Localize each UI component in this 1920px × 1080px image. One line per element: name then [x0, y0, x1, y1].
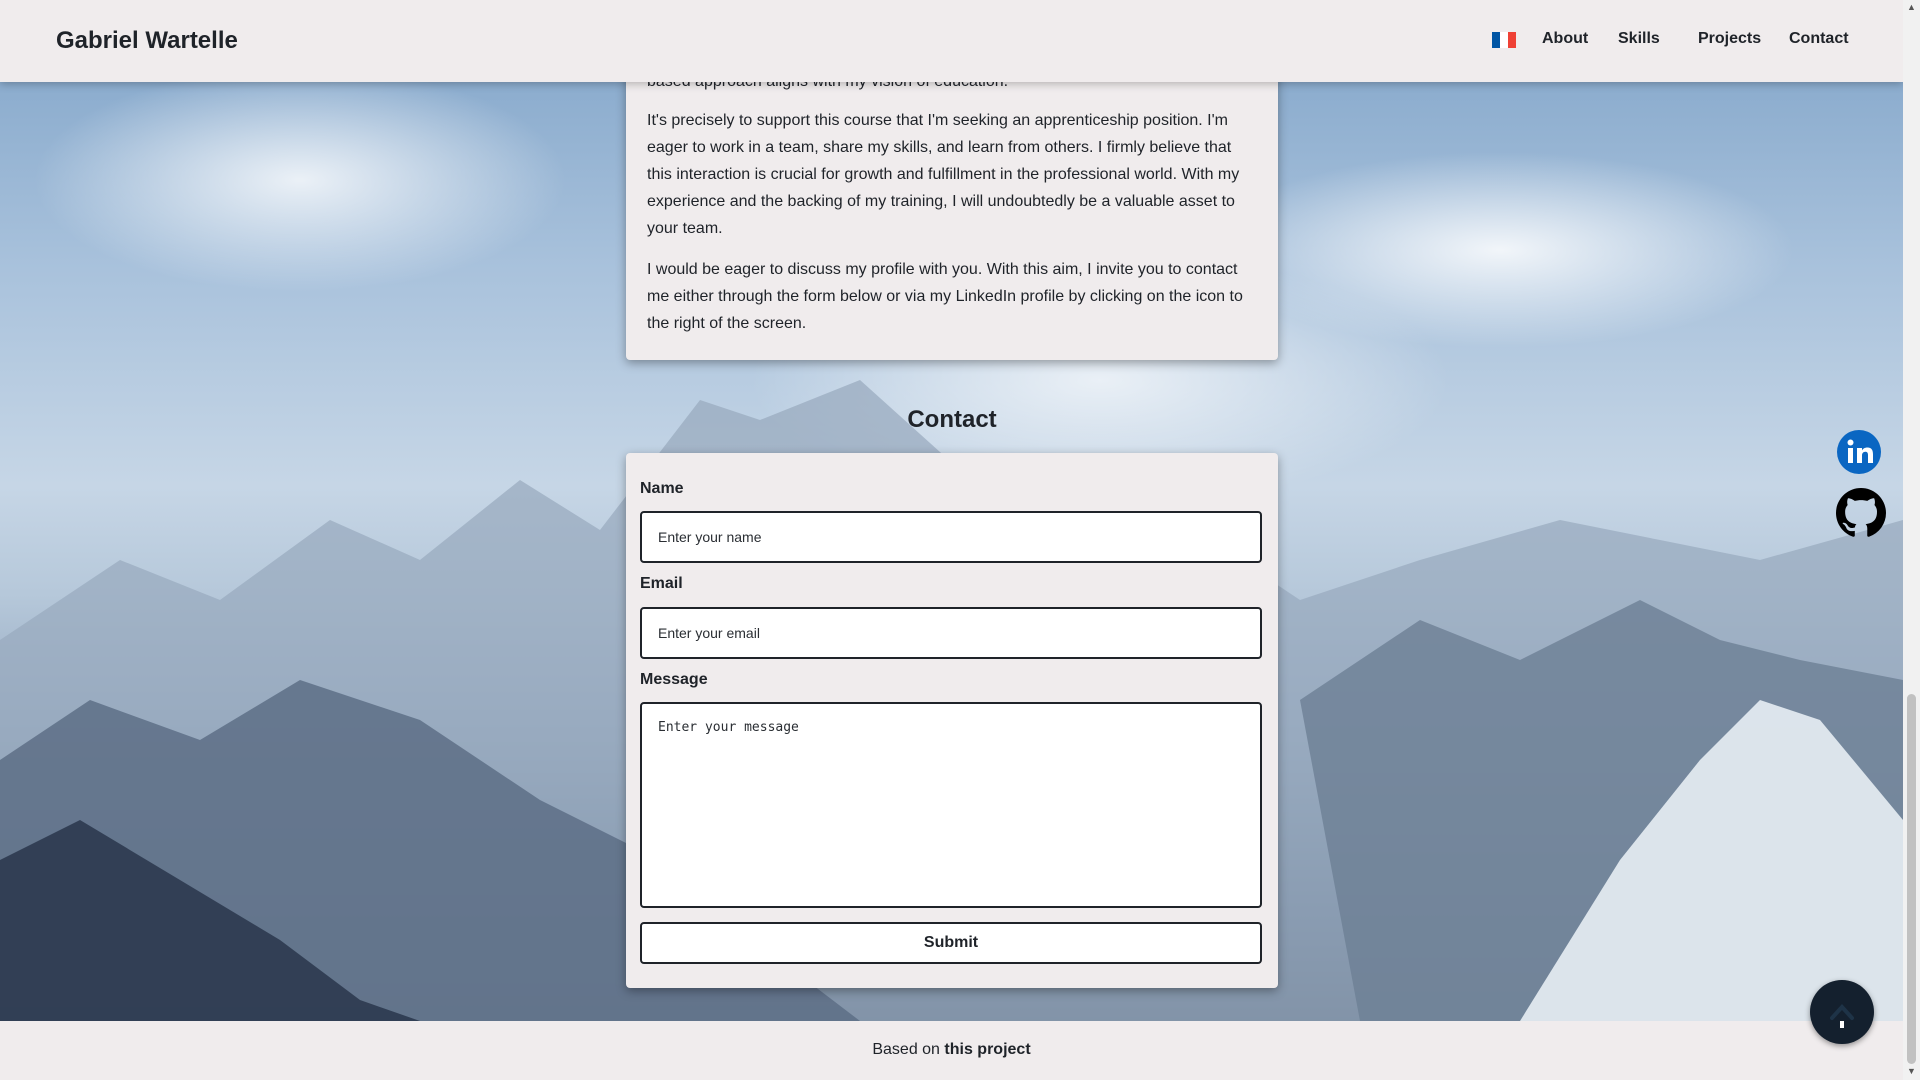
page-scrollbar[interactable]: ▲ ▼	[1903, 0, 1920, 1080]
french-flag-icon[interactable]	[1492, 32, 1516, 48]
footer-project-link[interactable]: this project	[944, 1041, 1030, 1058]
nav-skills[interactable]: Skills	[1618, 30, 1660, 48]
scrollbar-thumb[interactable]	[1907, 694, 1916, 1064]
about-paragraph: It's precisely to support this course th…	[647, 112, 1240, 237]
submit-button[interactable]: Submit	[640, 922, 1262, 964]
arrow-up-icon	[1830, 1004, 1854, 1028]
about-text-card: based approach aligns with my vision of …	[626, 40, 1278, 360]
email-input[interactable]	[640, 607, 1262, 659]
name-label: Name	[640, 480, 684, 497]
page-footer: Based on this project	[0, 1021, 1903, 1080]
nav-contact[interactable]: Contact	[1789, 30, 1849, 48]
footer-text: Based on	[872, 1041, 945, 1058]
nav-projects[interactable]: Projects	[1698, 30, 1761, 48]
site-brand[interactable]: Gabriel Wartelle	[56, 27, 238, 55]
scroll-down-arrow-icon[interactable]: ▼	[1907, 1066, 1916, 1076]
name-input[interactable]	[640, 511, 1262, 563]
email-label: Email	[640, 575, 683, 592]
message-textarea[interactable]	[640, 702, 1262, 908]
nav-about[interactable]: About	[1542, 30, 1588, 48]
about-paragraph: I would be eager to discuss my profile w…	[647, 261, 1243, 332]
top-navbar: Gabriel Wartelle About Skills Projects C…	[0, 0, 1903, 82]
back-to-top-button[interactable]	[1810, 980, 1874, 1044]
github-icon[interactable]	[1836, 488, 1886, 537]
contact-form: Name Email Message Submit	[626, 453, 1278, 988]
scroll-up-arrow-icon[interactable]: ▲	[1907, 2, 1916, 12]
linkedin-icon[interactable]	[1836, 429, 1882, 475]
message-label: Message	[640, 671, 708, 688]
contact-heading: Contact	[907, 406, 997, 433]
